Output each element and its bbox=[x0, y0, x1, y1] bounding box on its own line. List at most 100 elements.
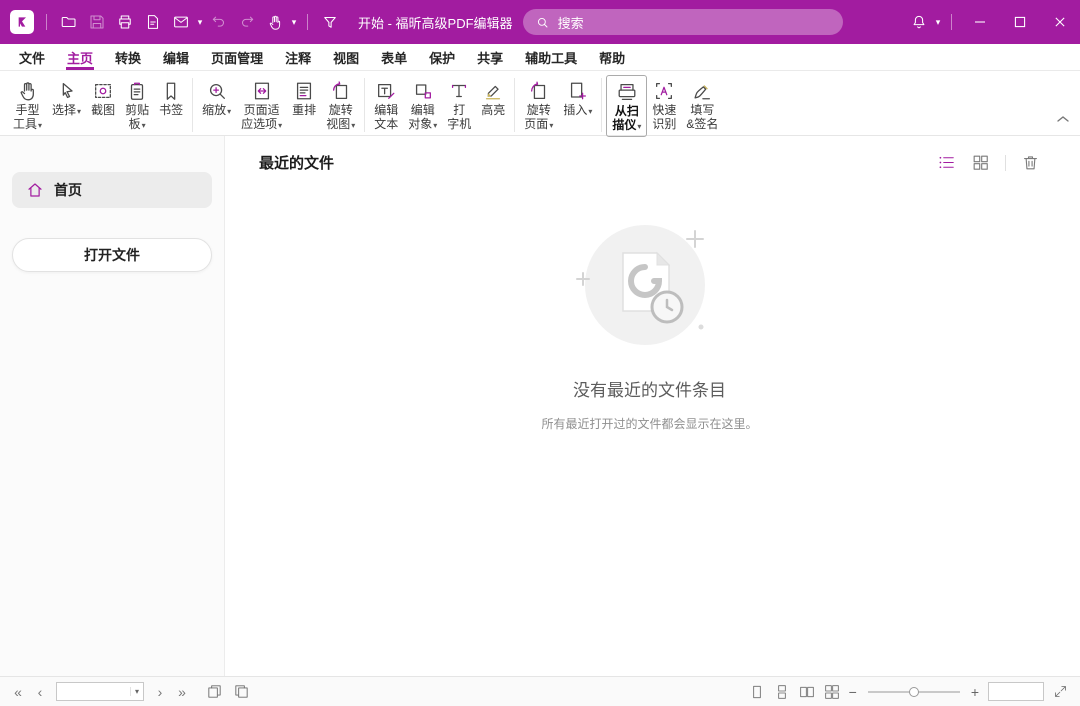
zoom-out-button[interactable]: − bbox=[849, 685, 857, 699]
ribbon-tool-select[interactable]: 选择 bbox=[47, 75, 86, 121]
ribbon-tool-highlight[interactable]: 高亮 bbox=[476, 75, 510, 121]
empty-state-illustration bbox=[575, 215, 725, 356]
next-page-button[interactable]: › bbox=[154, 685, 166, 699]
bookmark-icon bbox=[160, 78, 182, 103]
hand-tool-icon bbox=[17, 78, 39, 103]
tab-home[interactable]: 主页 bbox=[56, 44, 104, 70]
print-icon[interactable] bbox=[111, 8, 139, 36]
ribbon-separator bbox=[192, 78, 193, 132]
titlebar-separator bbox=[307, 14, 308, 30]
tab-protect[interactable]: 保护 bbox=[418, 44, 466, 70]
dropdown-caret-icon bbox=[432, 117, 437, 131]
ribbon-tab-bar: 文件 主页 转换 编辑 页面管理 注释 视图 表单 保护 共享 辅助工具 帮助 bbox=[0, 44, 1080, 71]
tab-convert[interactable]: 转换 bbox=[104, 44, 152, 70]
ribbon-tool-clipboard[interactable]: 剪贴 板 bbox=[120, 75, 154, 135]
clear-recent-trash-button[interactable] bbox=[1021, 153, 1040, 172]
continuous-view-button[interactable] bbox=[774, 684, 790, 700]
tab-view[interactable]: 视图 bbox=[322, 44, 370, 70]
ribbon-tool-quick-recognize[interactable]: 快速 识别 bbox=[647, 75, 681, 135]
titlebar-separator bbox=[951, 14, 952, 30]
email-icon[interactable] bbox=[167, 8, 195, 36]
ribbon-tool-fill-sign[interactable]: 填写 &签名 bbox=[681, 75, 723, 135]
list-view-button[interactable] bbox=[937, 153, 956, 172]
maximize-button[interactable] bbox=[1000, 0, 1040, 44]
dropdown-caret-icon bbox=[37, 117, 42, 131]
facing-continuous-view-button[interactable] bbox=[824, 684, 840, 700]
content-area: 首页 打开文件 最近的文件 bbox=[0, 136, 1080, 676]
dropdown-caret-icon bbox=[636, 118, 641, 132]
open-file-button[interactable]: 打开文件 bbox=[12, 238, 212, 272]
ribbon-tool-zoom[interactable]: 缩放 bbox=[197, 75, 236, 121]
ribbon-tool-fit-page-options[interactable]: 页面适 应选项 bbox=[236, 75, 287, 135]
zoom-slider[interactable] bbox=[868, 691, 960, 693]
app-logo bbox=[10, 10, 34, 34]
next-view-button[interactable] bbox=[233, 683, 250, 700]
open-file-icon[interactable] bbox=[55, 8, 83, 36]
ribbon-tool-reflow[interactable]: 重排 bbox=[287, 75, 321, 121]
tab-file[interactable]: 文件 bbox=[8, 44, 56, 70]
zoom-level-input[interactable] bbox=[989, 684, 1043, 701]
dropdown-caret-icon bbox=[76, 103, 81, 117]
ribbon-tool-rotate-view[interactable]: 旋转 视图 bbox=[321, 75, 360, 135]
ocr-icon bbox=[653, 78, 675, 103]
redo-icon[interactable] bbox=[233, 8, 261, 36]
tab-comment[interactable]: 注释 bbox=[274, 44, 322, 70]
first-page-button[interactable]: « bbox=[12, 685, 24, 699]
save-icon[interactable] bbox=[83, 8, 111, 36]
close-button[interactable] bbox=[1040, 0, 1080, 44]
sidebar-item-home[interactable]: 首页 bbox=[12, 172, 212, 208]
facing-view-button[interactable] bbox=[799, 684, 815, 700]
account-caret-icon[interactable]: ▾ bbox=[933, 17, 943, 28]
tab-form[interactable]: 表单 bbox=[370, 44, 418, 70]
search-placeholder: 搜索 bbox=[558, 13, 584, 32]
rotate-pages-icon bbox=[528, 78, 550, 103]
tab-edit[interactable]: 编辑 bbox=[152, 44, 200, 70]
grid-view-button[interactable] bbox=[971, 153, 990, 172]
ribbon-tool-typewriter[interactable]: 打 字机 bbox=[442, 75, 476, 135]
minimize-button[interactable] bbox=[960, 0, 1000, 44]
ribbon-tool-edit-text[interactable]: 编辑 文本 bbox=[369, 75, 403, 135]
page-number-box: ▾ bbox=[56, 682, 144, 701]
ribbon-tool-edit-object[interactable]: 编辑 对象 bbox=[403, 75, 442, 135]
snapshot-icon bbox=[92, 78, 114, 103]
zoom-slider-thumb[interactable] bbox=[909, 687, 919, 697]
ribbon-tool-bookmark[interactable]: 书签 bbox=[154, 75, 188, 121]
recent-files-header: 最近的文件 bbox=[259, 152, 1040, 173]
zoom-level-box bbox=[988, 682, 1044, 701]
ribbon-tool-from-scanner[interactable]: 从扫 描仪 bbox=[606, 75, 647, 137]
ribbon-tool-hand[interactable]: 手型 工具 bbox=[8, 75, 47, 135]
ribbon-tool-insert[interactable]: 插入 bbox=[558, 75, 597, 121]
home-icon bbox=[26, 181, 44, 199]
tab-organize-pages[interactable]: 页面管理 bbox=[200, 44, 274, 70]
previous-view-button[interactable] bbox=[206, 683, 223, 700]
hand-quick-caret-icon[interactable]: ▾ bbox=[289, 17, 299, 28]
start-page-sidebar: 首页 打开文件 bbox=[0, 136, 225, 676]
app-window: ▾ ▾ 开始 - 福昕高级PDF编辑器 搜索 ▾ bbox=[0, 0, 1080, 706]
page-number-caret-icon[interactable]: ▾ bbox=[130, 687, 143, 696]
statusbar-zoom-controls: − + bbox=[749, 682, 1068, 701]
window-title: 开始 - 福昕高级PDF编辑器 bbox=[358, 13, 513, 32]
fullscreen-button[interactable] bbox=[1053, 684, 1068, 699]
reflow-icon bbox=[293, 78, 315, 103]
tab-assistive-tools[interactable]: 辅助工具 bbox=[514, 44, 588, 70]
ribbon-separator bbox=[601, 78, 602, 132]
tab-help[interactable]: 帮助 bbox=[588, 44, 636, 70]
single-page-view-button[interactable] bbox=[749, 684, 765, 700]
search-box[interactable]: 搜索 bbox=[523, 9, 843, 35]
notifications-bell-icon[interactable] bbox=[905, 8, 933, 36]
ribbon-tool-rotate-pages[interactable]: 旋转 页面 bbox=[519, 75, 558, 135]
quick-access-caret-icon[interactable]: ▾ bbox=[195, 17, 205, 28]
statusbar: « ‹ ▾ › » bbox=[0, 676, 1080, 706]
share-funnel-icon[interactable] bbox=[316, 8, 344, 36]
prev-page-button[interactable]: ‹ bbox=[34, 685, 46, 699]
quick-print-icon[interactable] bbox=[139, 8, 167, 36]
page-number-input[interactable] bbox=[57, 683, 130, 700]
zoom-in-button[interactable]: + bbox=[971, 685, 979, 699]
last-page-button[interactable]: » bbox=[176, 685, 188, 699]
tab-share[interactable]: 共享 bbox=[466, 44, 514, 70]
collapse-ribbon-button[interactable] bbox=[1056, 111, 1070, 129]
ribbon-tool-snapshot[interactable]: 截图 bbox=[86, 75, 120, 121]
hand-quick-icon[interactable] bbox=[261, 8, 289, 36]
empty-state: 没有最近的文件条目 所有最近打开过的文件都会显示在这里。 bbox=[259, 215, 1040, 432]
undo-icon[interactable] bbox=[205, 8, 233, 36]
